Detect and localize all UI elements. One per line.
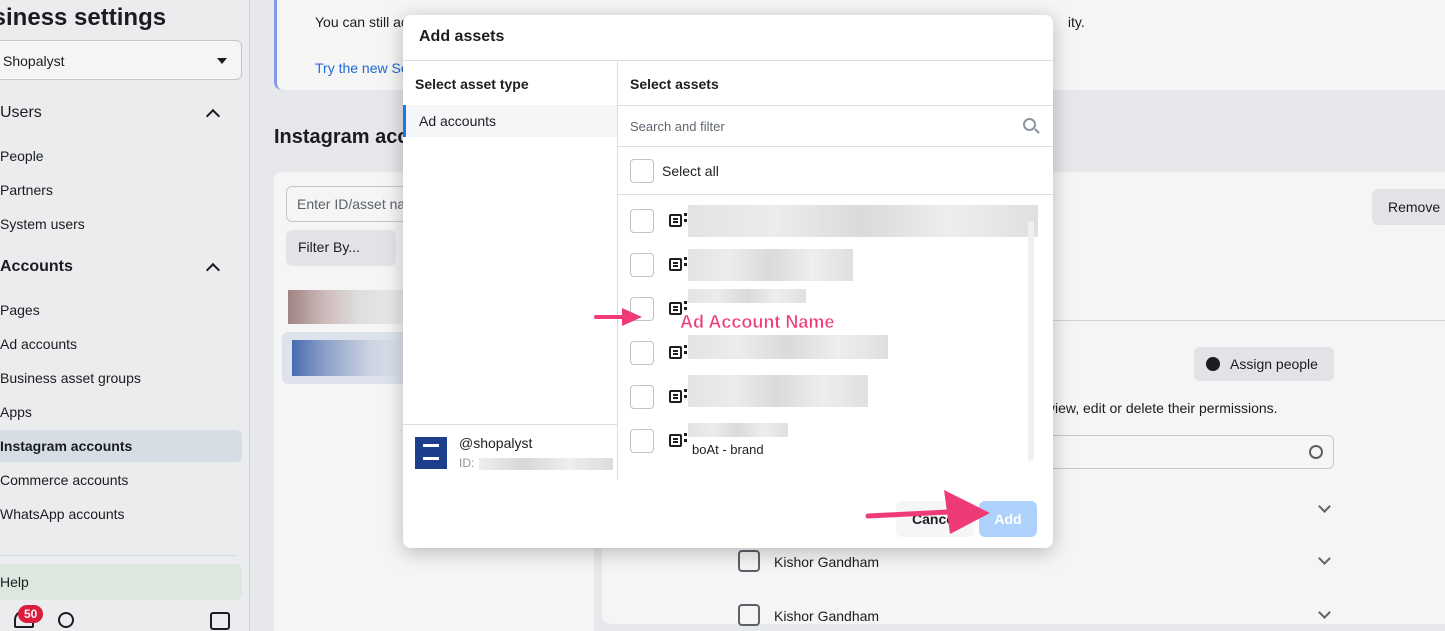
- ad-account-icon: [669, 390, 682, 403]
- account-name: boAt - brand: [692, 442, 764, 457]
- ad-account-icon: [669, 258, 682, 271]
- add-assets-dialog: Add assets Select asset type Ad accounts…: [403, 15, 1053, 548]
- asset-type-heading: Select asset type: [415, 76, 529, 92]
- assets-heading: Select assets: [630, 76, 719, 92]
- ad-account-icon-dots: [684, 301, 687, 304]
- dialog-title: Add assets: [419, 28, 505, 45]
- annotation-label: Ad Account Name: [680, 312, 835, 333]
- asset-type-column: Select asset type Ad accounts @shopalyst…: [403, 60, 618, 480]
- asset-checkbox[interactable]: [630, 209, 654, 233]
- asset-search-input[interactable]: [618, 106, 1018, 146]
- assets-column: Select assets Select all: [618, 60, 1053, 480]
- select-all-label: Select all: [662, 163, 719, 179]
- list-item[interactable]: [618, 243, 1053, 287]
- ad-account-icon: [669, 434, 682, 447]
- asset-checkbox[interactable]: [630, 429, 654, 453]
- redacted-account-name: [688, 375, 868, 407]
- redacted-account-name: [688, 289, 806, 303]
- asset-checkbox[interactable]: [630, 253, 654, 277]
- ad-account-icon-dots: [684, 433, 687, 436]
- asset-search: [618, 105, 1053, 147]
- asset-owner: @shopalyst ID:: [403, 424, 617, 481]
- ad-account-icon: [669, 214, 682, 227]
- asset-type-ad-accounts[interactable]: Ad accounts: [403, 105, 617, 137]
- redacted-account-name: [688, 423, 788, 437]
- asset-checkbox[interactable]: [630, 385, 654, 409]
- shopalyst-logo: [415, 437, 447, 469]
- list-item[interactable]: boAt - brand: [618, 419, 1053, 463]
- ad-account-icon-dots: [684, 345, 687, 348]
- asset-checkbox[interactable]: [630, 341, 654, 365]
- select-all-row[interactable]: Select all: [618, 147, 1053, 195]
- search-icon: [1023, 118, 1040, 134]
- redacted-account-name: [688, 335, 888, 359]
- owner-name: @shopalyst: [459, 435, 533, 451]
- list-item[interactable]: [618, 199, 1053, 243]
- scrollbar[interactable]: [1028, 221, 1034, 461]
- ad-account-icon-dots: [684, 213, 687, 216]
- ad-account-icon-dots: [684, 389, 687, 392]
- add-button[interactable]: Add: [979, 501, 1037, 537]
- cancel-button[interactable]: Cancel: [896, 501, 974, 537]
- list-item[interactable]: [618, 375, 1053, 419]
- select-all-checkbox[interactable]: [630, 159, 654, 183]
- ad-account-icon: [669, 346, 682, 359]
- dialog-footer: Cancel Add: [403, 480, 1053, 548]
- redacted-account-name: [688, 205, 1038, 237]
- asset-checkbox[interactable]: [630, 297, 654, 321]
- ad-account-icon-dots: [684, 257, 687, 260]
- list-item[interactable]: [618, 331, 1053, 375]
- owner-id-redacted: [479, 458, 613, 470]
- redacted-account-name: [688, 249, 853, 281]
- owner-id-label: ID:: [459, 456, 475, 470]
